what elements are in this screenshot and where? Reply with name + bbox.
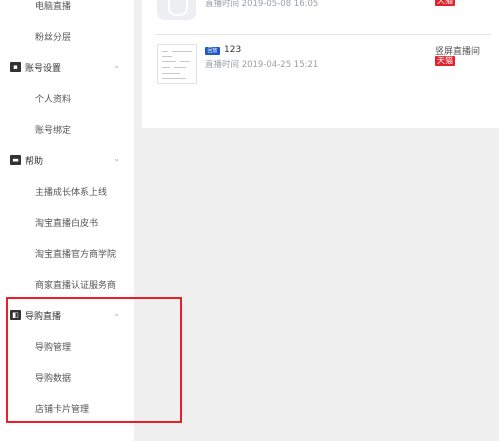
sidebar-item-certified-providers[interactable]: 商家直播认证服务商 (0, 274, 134, 294)
id-card-icon: ▪ (10, 62, 21, 72)
sidebar-item-account-binding[interactable]: 账号绑定 (0, 119, 134, 139)
sidebar-item-label: 主播成长体系上线 (35, 187, 108, 198)
sidebar-group-account-settings[interactable]: ▪ 账号设置 ⌄ (0, 57, 134, 77)
book-icon: ▬ (10, 155, 21, 165)
sidebar-group-label: 帮助 (25, 156, 44, 167)
sidebar-item-business-school[interactable]: 淘宝直播官方商学院 (0, 243, 134, 263)
tmall-tag: 天猫 (435, 56, 455, 66)
live-thumbnail[interactable] (157, 0, 196, 20)
sidebar-item-label: 个人资料 (35, 94, 72, 105)
sidebar-item-label: 粉丝分层 (35, 32, 72, 43)
live-thumbnail[interactable] (157, 44, 197, 84)
play-icon (168, 0, 188, 16)
sidebar-group-help[interactable]: ▬ 帮助 ⌄ (0, 150, 134, 170)
chevron-down-icon: ⌄ (113, 154, 120, 163)
chevron-down-icon: ⌄ (113, 61, 120, 70)
sidebar-item-whitepaper[interactable]: 淘宝直播白皮书 (0, 212, 134, 232)
live-time: 直播时间 2019-04-25 15:21 (205, 60, 319, 70)
sidebar-item-label: 商家直播认证服务商 (35, 280, 117, 291)
sidebar-item-fans-tier[interactable]: 粉丝分层 (0, 26, 134, 46)
tmall-tag: 天猫 (435, 0, 455, 6)
sidebar-item-label: 电脑直播 (35, 1, 72, 12)
sidebar-item-label: 淘宝直播官方商学院 (35, 249, 117, 260)
row-divider (155, 34, 491, 35)
live-time: 直播时间 2019-05-08 16:05 (205, 0, 319, 9)
highlight-box (6, 297, 182, 423)
sidebar-item-pc-live[interactable]: 电脑直播 (0, 0, 134, 15)
sidebar-item-label: 淘宝直播白皮书 (35, 218, 99, 229)
sidebar-item-label: 账号绑定 (35, 125, 72, 136)
sidebar-item-growth-system[interactable]: 主播成长体系上线 (0, 181, 134, 201)
replay-badge: 回放 (205, 47, 220, 55)
sidebar-group-label: 账号设置 (25, 63, 62, 74)
live-title[interactable]: 123 (224, 45, 241, 55)
sidebar-item-profile[interactable]: 个人资料 (0, 88, 134, 108)
